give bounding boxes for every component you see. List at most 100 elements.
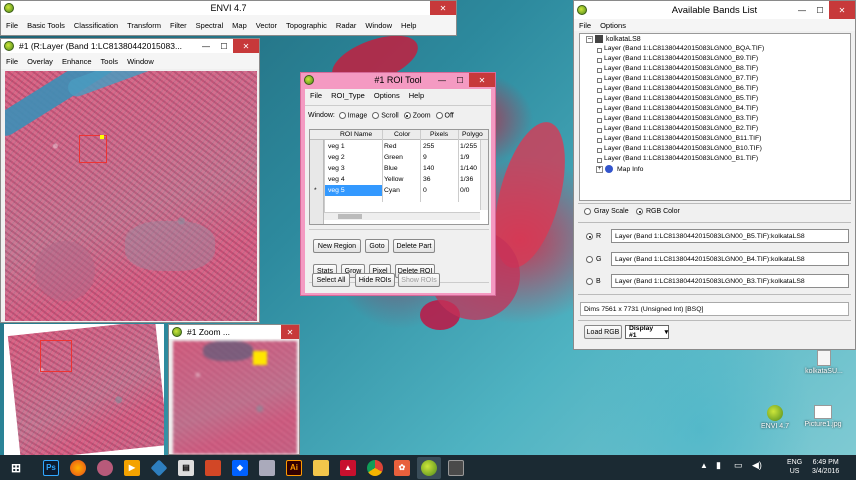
show-rois-button[interactable]: Show ROIs: [398, 273, 440, 287]
gray-scale-option[interactable]: Gray Scale: [584, 208, 629, 215]
minimize-icon[interactable]: —: [197, 39, 215, 53]
band-item[interactable]: Layer (Band 1:LC81380442015083LGN00_B1.T…: [596, 155, 758, 163]
menu-basic-tools[interactable]: Basic Tools: [27, 21, 65, 30]
band-item[interactable]: Layer (Band 1:LC81380442015083LGN00_B6.T…: [596, 85, 758, 93]
bands-menu-options[interactable]: Options: [600, 21, 626, 30]
close-icon[interactable]: ✕: [281, 325, 299, 339]
band-item[interactable]: Layer (Band 1:LC81380442015083LGN00_B9.T…: [596, 55, 758, 63]
firefox-icon[interactable]: [66, 457, 90, 479]
radio-off[interactable]: Off: [435, 112, 454, 119]
clock[interactable]: 6:49 PM 3/4/2016: [812, 458, 839, 476]
menu-window[interactable]: Window: [365, 21, 392, 30]
menu-vector[interactable]: Vector: [256, 21, 277, 30]
band-item[interactable]: Layer (Band 1:LC81380442015083LGN00_B7.T…: [596, 75, 758, 83]
radio-zoom[interactable]: Zoom: [403, 112, 431, 119]
volume-icon[interactable]: ◀): [752, 460, 762, 471]
roi-menu-roi-type[interactable]: ROI_Type: [331, 91, 365, 100]
menu-help[interactable]: Help: [401, 21, 416, 30]
slides-icon[interactable]: [201, 457, 225, 479]
radio-scroll[interactable]: Scroll: [372, 112, 399, 119]
image-menu-tools[interactable]: Tools: [101, 57, 119, 66]
radio-image[interactable]: Image: [338, 112, 367, 119]
windows-start-icon[interactable]: ⊞: [4, 457, 28, 479]
band-item[interactable]: Layer (Band 1:LC81380442015083LGN00_B3.T…: [596, 115, 758, 123]
band-item[interactable]: Layer (Band 1:LC81380442015083LGN00_B8.T…: [596, 65, 758, 73]
close-icon[interactable]: ✕: [829, 1, 855, 19]
select-all-button[interactable]: Select All: [312, 273, 350, 287]
minimize-icon[interactable]: —: [793, 1, 811, 19]
menu-filter[interactable]: Filter: [170, 21, 187, 30]
close-icon[interactable]: ✕: [233, 39, 259, 53]
table-row[interactable]: veg 2 Green 9 1/9: [310, 152, 480, 163]
menu-classification[interactable]: Classification: [74, 21, 118, 30]
envi-taskbar-icon[interactable]: [417, 456, 441, 479]
band-item[interactable]: Layer (Band 1:LC81380442015083LGN00_B5.T…: [596, 95, 758, 103]
menu-radar[interactable]: Radar: [336, 21, 356, 30]
maximize-icon[interactable]: ☐: [811, 1, 829, 19]
photoshop-icon[interactable]: Ps: [39, 457, 63, 479]
menu-spectral[interactable]: Spectral: [196, 21, 224, 30]
horizontal-scrollbar[interactable]: [324, 212, 480, 220]
image-menu-window[interactable]: Window: [127, 57, 154, 66]
roi-menu-help[interactable]: Help: [409, 91, 424, 100]
b-band-field[interactable]: Layer (Band 1:LC81380442015083LGN00_B3.T…: [611, 274, 849, 288]
image-menu-overlay[interactable]: Overlay: [27, 57, 53, 66]
goto-button[interactable]: Goto: [365, 239, 389, 253]
zoom-box[interactable]: [79, 135, 107, 163]
r-band-field[interactable]: Layer (Band 1:LC81380442015083LGN00_B5.T…: [611, 229, 849, 243]
delete-part-button[interactable]: Delete Part: [393, 239, 435, 253]
paint-icon[interactable]: ✿: [390, 457, 414, 479]
media-player-icon[interactable]: ▶: [120, 457, 144, 479]
maximize-icon[interactable]: ☐: [215, 39, 233, 53]
hide-rois-button[interactable]: Hide ROIs: [355, 273, 395, 287]
b-option[interactable]: B: [586, 278, 601, 285]
minimize-icon[interactable]: —: [433, 73, 451, 87]
rgb-color-option[interactable]: RGB Color: [636, 208, 680, 215]
table-row[interactable]: veg 1 Red 255 1/255: [310, 141, 480, 152]
acrobat-icon[interactable]: ▲: [336, 457, 360, 479]
network-icon[interactable]: ▮: [716, 460, 721, 471]
g-option[interactable]: G: [586, 256, 601, 263]
table-row[interactable]: veg 3 Blue 140 1/140: [310, 163, 480, 174]
tray-up-icon[interactable]: ▲: [700, 461, 708, 470]
band-item[interactable]: Layer (Band 1:LC81380442015083LGN00_B2.T…: [596, 125, 758, 133]
app-icon[interactable]: [444, 457, 468, 479]
image-menu-enhance[interactable]: Enhance: [62, 57, 92, 66]
load-rgb-button[interactable]: Load RGB: [584, 325, 622, 339]
menu-topographic[interactable]: Topographic: [286, 21, 327, 30]
band-item[interactable]: Layer (Band 1:LC81380442015083LGN00_BQA.…: [596, 45, 764, 53]
app-icon[interactable]: [147, 457, 171, 479]
menu-map[interactable]: Map: [232, 21, 247, 30]
close-icon[interactable]: ✕: [430, 1, 456, 15]
file-explorer-icon[interactable]: [309, 457, 333, 479]
map-info-item[interactable]: + Map Info: [596, 165, 643, 173]
tree-root[interactable]: − kolkataLS8: [586, 35, 641, 43]
film-strip-icon[interactable]: ▤: [174, 457, 198, 479]
expand-icon[interactable]: +: [596, 165, 603, 173]
dropbox-icon[interactable]: ◆: [228, 457, 252, 479]
illustrator-icon[interactable]: Ai: [282, 457, 306, 479]
language-indicator[interactable]: ENG US: [787, 458, 802, 476]
desktop-icon-envi[interactable]: ENVI 4.7: [752, 405, 798, 430]
r-option[interactable]: R: [586, 233, 601, 240]
bands-menu-file[interactable]: File: [579, 21, 591, 30]
chrome-icon[interactable]: [363, 457, 387, 479]
roi-table[interactable]: ROI Name Color Pixels Polygo veg 1 Red 2…: [309, 129, 489, 225]
g-band-field[interactable]: Layer (Band 1:LC81380442015083LGN00_B4.T…: [611, 252, 849, 266]
close-icon[interactable]: ✕: [469, 73, 495, 87]
app-icon[interactable]: [255, 457, 279, 479]
scroll-window[interactable]: [4, 324, 164, 455]
collapse-icon[interactable]: −: [586, 35, 593, 43]
app-icon[interactable]: [93, 457, 117, 479]
image-menu-file[interactable]: File: [6, 57, 18, 66]
table-row-selected[interactable]: * veg 5 Cyan 0 0/0: [310, 185, 480, 196]
maximize-icon[interactable]: ☐: [451, 73, 469, 87]
roi-menu-options[interactable]: Options: [374, 91, 400, 100]
band-item[interactable]: Layer (Band 1:LC81380442015083LGN00_B4.T…: [596, 105, 758, 113]
table-row[interactable]: veg 4 Yellow 36 1/36: [310, 174, 480, 185]
satellite-image-view[interactable]: [5, 71, 257, 321]
menu-transform[interactable]: Transform: [127, 21, 161, 30]
desktop-icon-kolkata[interactable]: kolkataSU...: [798, 350, 850, 375]
desktop-icon-picture[interactable]: Picture1.jpg: [799, 405, 847, 428]
battery-icon[interactable]: ▭: [734, 460, 743, 471]
